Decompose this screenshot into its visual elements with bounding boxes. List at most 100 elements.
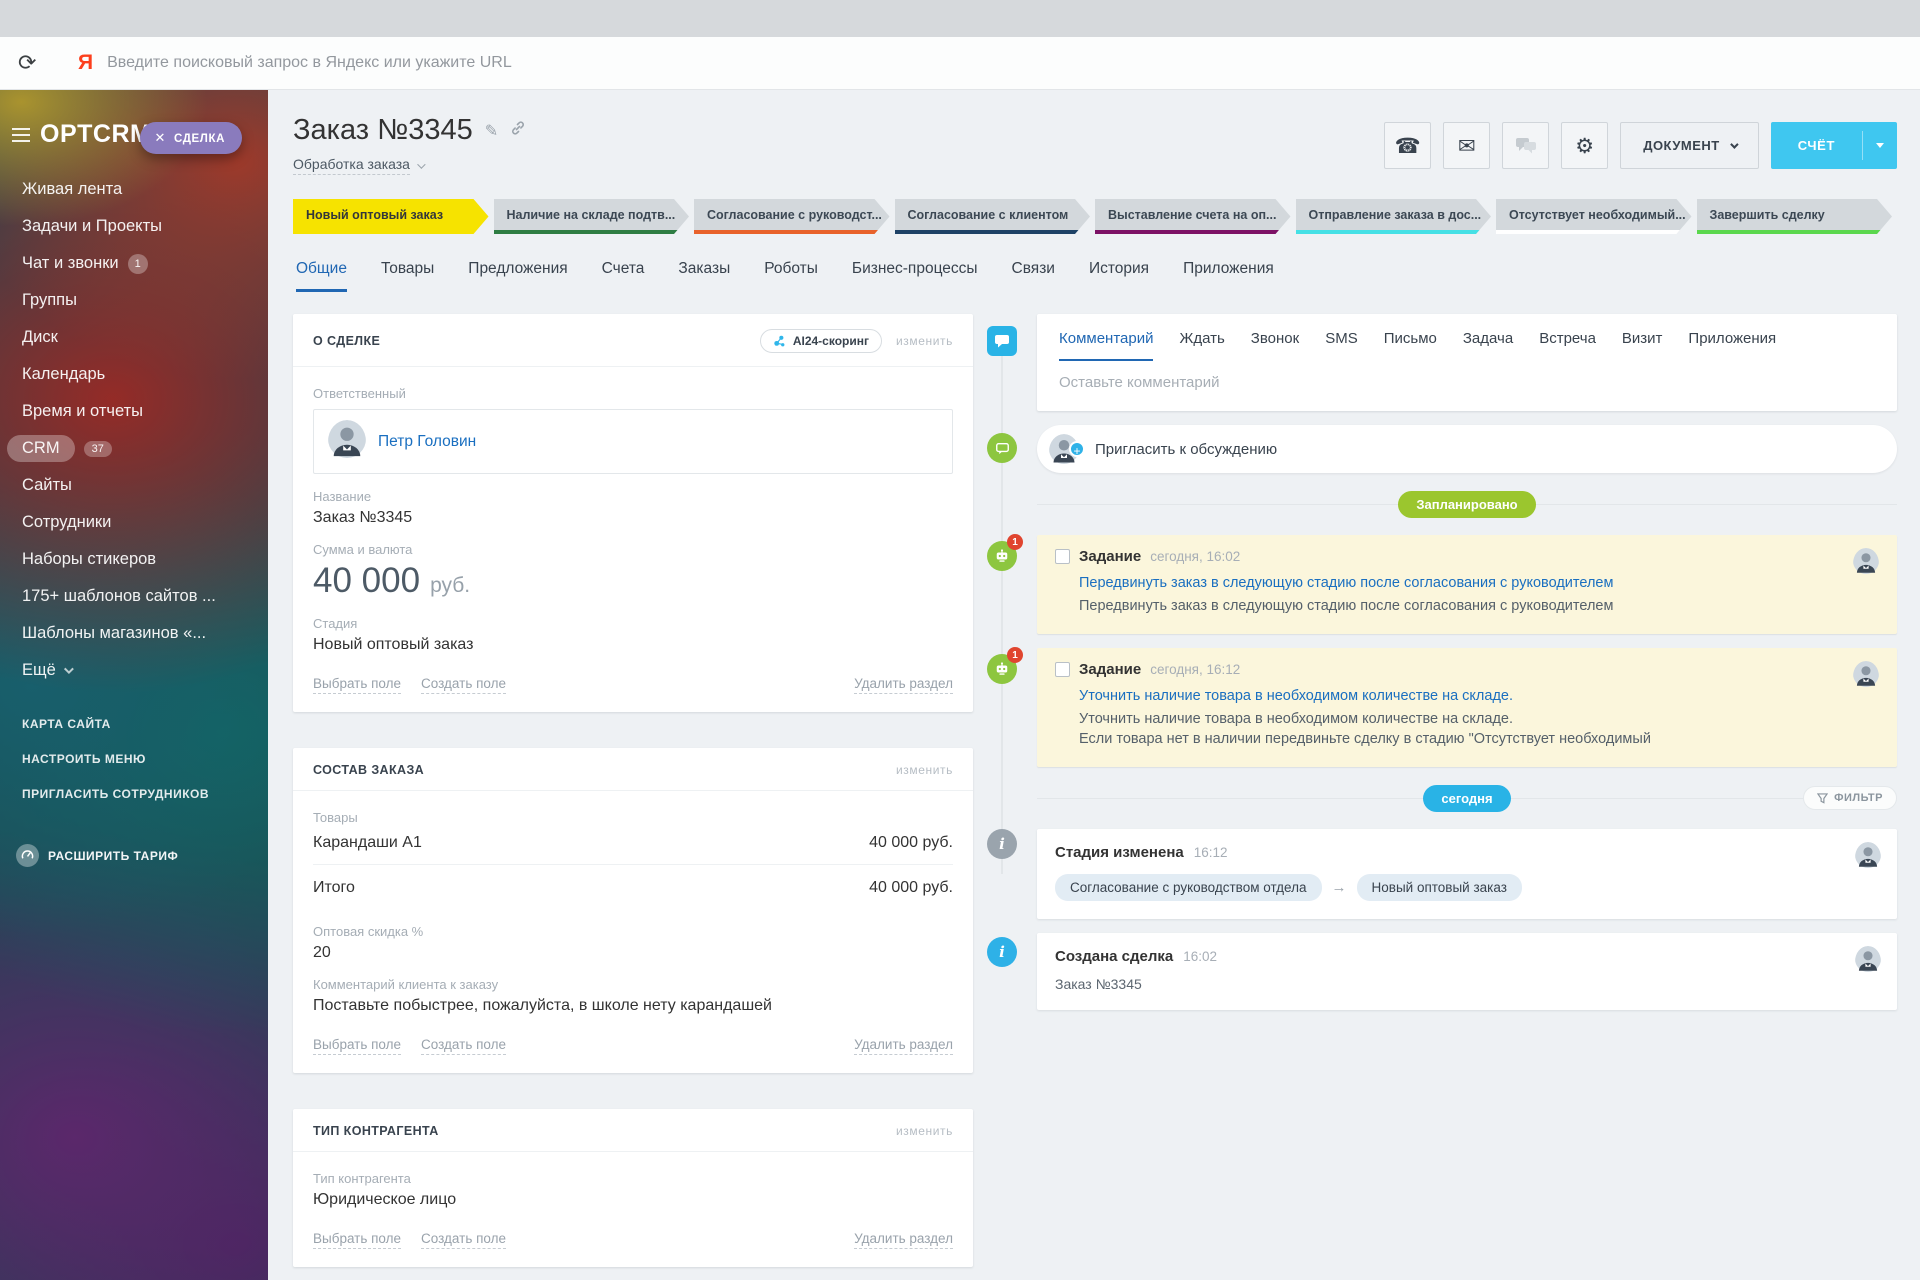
sidebar-item-disk[interactable]: Диск — [22, 319, 268, 356]
sidebar-item-more[interactable]: Ещё — [22, 652, 268, 689]
deal-name-value[interactable]: Заказ №3345 — [313, 509, 953, 527]
task-checkbox[interactable] — [1055, 549, 1070, 564]
edit-section-link[interactable]: изменить — [896, 763, 953, 777]
sidebar: OPTCRM2 ✕СДЕЛКА Живая лентаЗадачи и Прое… — [0, 90, 268, 1280]
timeline-tab-7[interactable]: Визит — [1622, 330, 1663, 361]
document-button[interactable]: ДОКУМЕНТ — [1620, 122, 1759, 169]
pipeline-stage-2[interactable]: Согласование с руководст... — [694, 199, 890, 234]
pipeline-stage-6[interactable]: Отсутствует необходимый... — [1496, 199, 1692, 234]
pipeline-stage-0[interactable]: Новый оптовый заказ — [293, 199, 489, 234]
task-checkbox[interactable] — [1055, 662, 1070, 677]
task-title: Задание — [1079, 548, 1142, 565]
mail-button[interactable]: ✉ — [1443, 122, 1491, 169]
link-icon[interactable] — [510, 120, 526, 141]
pipeline-selector[interactable]: Обработка заказа — [293, 156, 410, 175]
invite-to-discussion[interactable]: + Пригласить к обсуждению — [1037, 425, 1897, 473]
sidebar-footer-link-0[interactable]: КАРТА САЙТА — [22, 717, 268, 731]
comment-input[interactable]: Оставьте комментарий — [1037, 361, 1897, 411]
timeline-tab-0[interactable]: Комментарий — [1059, 330, 1154, 361]
call-button[interactable]: ☎ — [1384, 122, 1432, 169]
avatar — [1853, 548, 1879, 579]
tab-приложения[interactable]: Приложения — [1183, 260, 1274, 292]
contractor-type-value[interactable]: Юридическое лицо — [313, 1191, 953, 1209]
today-badge: сегодня — [1423, 784, 1511, 812]
create-field-link[interactable]: Создать поле — [421, 1231, 507, 1249]
menu-hamburger-icon[interactable] — [12, 127, 30, 142]
timeline-tab-1[interactable]: Ждать — [1179, 330, 1224, 361]
discussion-bubble-icon — [987, 433, 1017, 463]
sidebar-item-crm[interactable]: CRM 37 — [7, 430, 268, 467]
sidebar-item-site-templates[interactable]: 175+ шаблонов сайтов ... — [22, 578, 268, 615]
select-field-link[interactable]: Выбрать поле — [313, 1037, 402, 1055]
timeline-tab-6[interactable]: Встреча — [1539, 330, 1596, 361]
tab-заказы[interactable]: Заказы — [678, 260, 730, 292]
task-link[interactable]: Уточнить наличие товара в необходимом ко… — [1079, 688, 1839, 704]
create-field-link[interactable]: Создать поле — [421, 1037, 507, 1055]
create-field-link[interactable]: Создать поле — [421, 676, 507, 694]
select-field-link[interactable]: Выбрать поле — [313, 1231, 402, 1249]
edit-title-icon[interactable]: ✎ — [485, 121, 498, 141]
task-description: Если товара нет в наличии передвиньте сд… — [1079, 731, 1651, 747]
pipeline-stage-5[interactable]: Отправление заказа в дос... — [1296, 199, 1492, 234]
browser-address-bar: ⟳ Я Введите поисковый запрос в Яндекс ил… — [0, 37, 1920, 90]
today-separator: сегодня ФИЛЬТР — [1037, 781, 1897, 815]
sidebar-item-sticker-packs[interactable]: Наборы стикеров — [22, 541, 268, 578]
chat-button[interactable] — [1502, 122, 1550, 169]
sidebar-item-employees[interactable]: Сотрудники — [22, 504, 268, 541]
delete-section-link[interactable]: Удалить раздел — [854, 676, 953, 694]
timeline-tab-8[interactable]: Приложения — [1688, 330, 1776, 361]
settings-button[interactable]: ⚙ — [1561, 122, 1609, 169]
delete-section-link[interactable]: Удалить раздел — [854, 1231, 953, 1249]
sidebar-item-live-feed[interactable]: Живая лента — [22, 171, 268, 208]
sidebar-item-chat-calls[interactable]: Чат и звонки 1 — [22, 245, 268, 282]
client-comment-value[interactable]: Поставьте побыстрее, пожалуйста, в школе… — [313, 997, 953, 1015]
timeline-tab-3[interactable]: SMS — [1325, 330, 1358, 361]
timeline-tab-4[interactable]: Письмо — [1384, 330, 1437, 361]
stage-value[interactable]: Новый оптовый заказ — [313, 636, 953, 654]
discount-value[interactable]: 20 — [313, 944, 953, 962]
sidebar-item-sites[interactable]: Сайты — [22, 467, 268, 504]
timeline-tab-5[interactable]: Задача — [1463, 330, 1513, 361]
pipeline-stages: Новый оптовый заказ Наличие на складе под… — [293, 199, 1897, 234]
tab-роботы[interactable]: Роботы — [764, 260, 818, 292]
sidebar-item-tasks-projects[interactable]: Задачи и Проекты — [22, 208, 268, 245]
sidebar-item-calendar[interactable]: Календарь — [22, 356, 268, 393]
close-icon[interactable]: ✕ — [154, 130, 166, 145]
responsible-link[interactable]: Петр Головин — [378, 433, 476, 451]
pipeline-stage-1[interactable]: Наличие на складе подтв... — [494, 199, 690, 234]
entry-body: Заказ №3345 — [1055, 976, 1142, 992]
edit-section-link[interactable]: изменить — [896, 1124, 953, 1138]
sidebar-footer-link-2[interactable]: ПРИГЛАСИТЬ СОТРУДНИКОВ — [22, 787, 268, 801]
reload-icon[interactable]: ⟳ — [18, 50, 52, 76]
tab-предложения[interactable]: Предложения — [468, 260, 567, 292]
delete-section-link[interactable]: Удалить раздел — [854, 1037, 953, 1055]
pipeline-stage-3[interactable]: Согласование с клиентом — [895, 199, 1091, 234]
sidebar-footer-link-1[interactable]: НАСТРОИТЬ МЕНЮ — [22, 752, 268, 766]
upgrade-tariff-button[interactable]: РАСШИРИТЬ ТАРИФ — [0, 822, 268, 867]
tab-связи[interactable]: Связи — [1012, 260, 1055, 292]
yandex-logo: Я — [78, 51, 94, 74]
chevron-down-icon — [1876, 143, 1884, 148]
task-link[interactable]: Передвинуть заказ в следующую стадию пос… — [1079, 575, 1839, 591]
sidebar-item-groups[interactable]: Группы — [22, 282, 268, 319]
select-field-link[interactable]: Выбрать поле — [313, 676, 402, 694]
invoice-dropdown[interactable] — [1863, 122, 1897, 169]
ai-scoring-button[interactable]: AI24-скоринг — [759, 329, 882, 353]
sidebar-item-shop-templates[interactable]: Шаблоны магазинов «... — [22, 615, 268, 652]
timeline-tab-2[interactable]: Звонок — [1251, 330, 1299, 361]
deal-tab-button[interactable]: ✕ СДЕЛКА — [140, 122, 242, 154]
amount-value[interactable]: 40 000 — [313, 561, 420, 601]
invoice-button[interactable]: СЧЁТ — [1770, 122, 1897, 169]
tab-история[interactable]: История — [1089, 260, 1149, 292]
tab-товары[interactable]: Товары — [381, 260, 434, 292]
filter-button[interactable]: ФИЛЬТР — [1803, 786, 1897, 810]
pipeline-stage-4[interactable]: Выставление счета на оп... — [1095, 199, 1291, 234]
url-input[interactable]: Я Введите поисковый запрос в Яндекс или … — [52, 51, 1902, 75]
tab-общие[interactable]: Общие — [296, 260, 347, 292]
sidebar-item-time-reports[interactable]: Время и отчеты — [22, 393, 268, 430]
pipeline-stage-7[interactable]: Завершить сделку — [1697, 199, 1893, 234]
tab-бизнес-процессы[interactable]: Бизнес-процессы — [852, 260, 978, 292]
tab-счета[interactable]: Счета — [602, 260, 645, 292]
edit-section-link[interactable]: изменить — [896, 334, 953, 348]
product-row[interactable]: Карандаши А1 40 000 руб. — [313, 825, 953, 865]
